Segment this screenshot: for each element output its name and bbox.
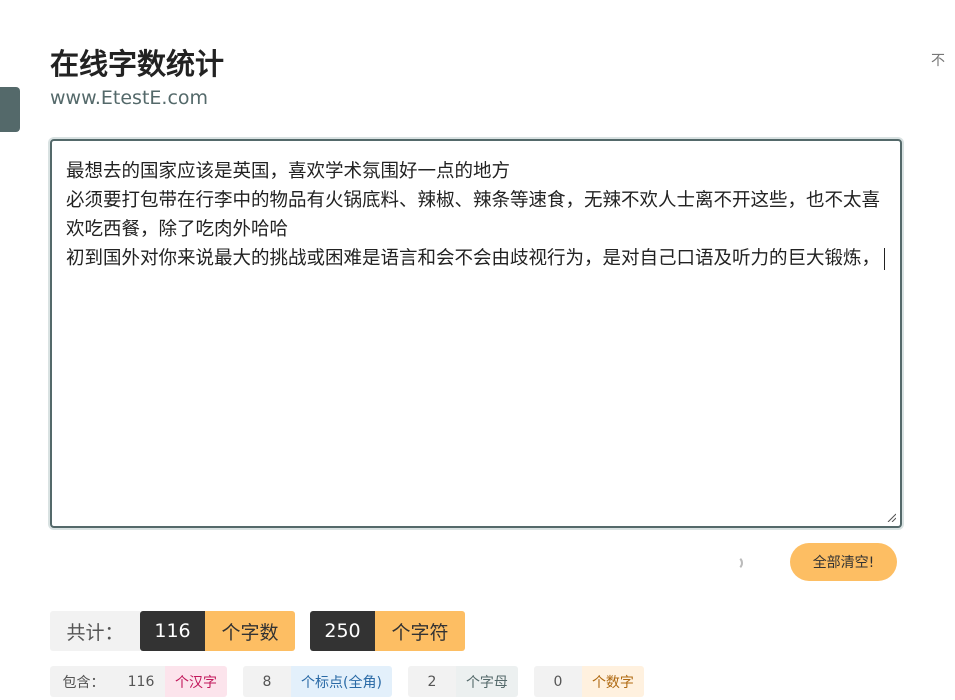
digit-count-value: 0 [533,666,582,697]
breakdown-label: 包含： [50,666,117,697]
editor-line: 初到国外对你来说最大的挑战或困难是语言和会不会由歧视行为，是对自己口语及听力的巨… [66,244,886,273]
resize-handle-icon[interactable] [886,512,896,522]
editor-line: 必须要打包带在行李中的物品有火锅底料、辣椒、辣条等速食，无辣不欢人士离不开这些，… [66,190,881,240]
punctuation-count-unit: 个标点(全角) [291,666,392,697]
clear-all-button[interactable]: 全部清空! [790,543,897,581]
top-right-text: 不 [931,53,945,69]
totals-bar: 共计： 116 个字数 250 个字符 [50,611,465,651]
loading-spinner-icon [729,556,743,570]
hanzi-count-unit: 个汉字 [165,666,227,697]
editor-line-text: 初到国外对你来说最大的挑战或困难是语言和会不会由歧视行为，是对自己口语及听力的巨… [66,248,881,269]
symbol-count-unit: 个字符 [375,611,465,651]
hanzi-count-value: 116 [117,666,165,697]
letter-count-value: 2 [407,666,456,697]
char-count-unit: 个字数 [205,611,295,651]
punctuation-count-value: 8 [243,666,291,697]
page-title: 在线字数统计 [50,47,225,81]
digit-count-unit: 个数字 [581,666,644,697]
side-panel-tab[interactable] [0,87,20,132]
text-caret [884,248,886,270]
letter-count-unit: 个字母 [455,666,518,697]
symbol-count-value: 250 [310,611,375,651]
text-input-area[interactable]: 最想去的国家应该是英国，喜欢学术氛围好一点的地方 必须要打包带在行李中的物品有火… [50,139,902,528]
site-url: www.EtestE.com [50,87,209,109]
totals-label: 共计： [50,611,140,651]
breakdown-bar: 包含： 116 个汉字 8 个标点(全角) 2 个字母 0 个数字 [50,666,644,697]
char-count-value: 116 [140,611,205,651]
editor-line: 最想去的国家应该是英国，喜欢学术氛围好一点的地方 [66,161,511,182]
